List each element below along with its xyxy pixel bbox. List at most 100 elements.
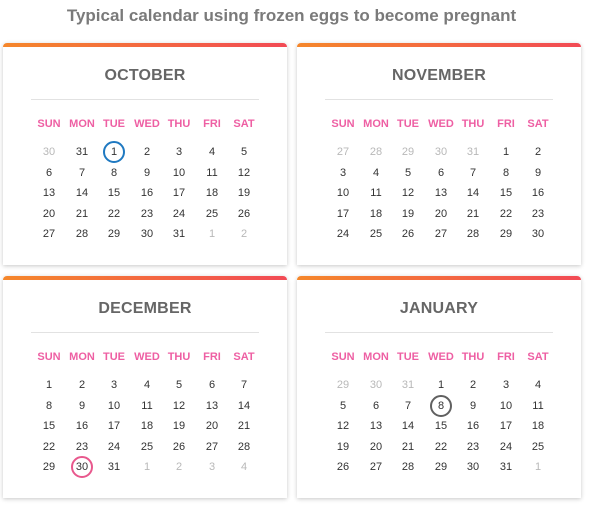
day-cell: 11 [141, 399, 153, 412]
card-accent-bar [3, 43, 287, 47]
day-cell: 23 [75, 440, 89, 453]
marked-day-cell: 8 [423, 394, 459, 417]
day-cell: 2 [469, 379, 477, 391]
card-accent-bar [297, 276, 581, 280]
day-cell: 17 [336, 207, 350, 220]
weekday-header: SUN MON TUE WED THU FRI SAT [31, 116, 257, 132]
day-cell: 7 [404, 399, 412, 412]
day-cell: 13 [205, 399, 219, 412]
day-cell: 17 [107, 420, 121, 432]
day-cell: 15 [499, 187, 513, 199]
day-cell: 28 [369, 146, 383, 158]
weekday-label: THU [167, 351, 191, 363]
day-cell: 16 [531, 187, 545, 199]
day-cell: 31 [75, 146, 89, 158]
day-cell: 15 [434, 420, 448, 432]
day-cell: 18 [140, 420, 154, 432]
day-cell: 4 [208, 146, 216, 158]
week-row: 20 21 22 23 24 25 26 [31, 206, 257, 222]
marked-day-cell: 30 [64, 456, 100, 478]
day-cell: 5 [240, 146, 248, 158]
week-row: 3 4 5 6 7 8 9 [325, 165, 551, 181]
day-cell: 29 [434, 461, 448, 473]
day-cell: 30 [140, 228, 154, 240]
weekday-label: THU [167, 118, 191, 130]
day-cell: 16 [466, 420, 480, 432]
week-row: 24 25 26 27 28 29 30 [325, 226, 551, 242]
page-title: Typical calendar using frozen eggs to be… [66, 6, 517, 25]
day-cell: 24 [172, 207, 186, 220]
day-cell: 8 [45, 399, 53, 412]
day-cell: 9 [143, 166, 151, 179]
day-cell: 9 [469, 399, 477, 412]
day-cell: 6 [45, 166, 53, 179]
day-cell: 9 [534, 166, 542, 179]
day-cell: 7 [240, 379, 248, 391]
weekday-label: MON [363, 118, 389, 130]
day-cell: 9 [78, 399, 86, 412]
day-cell: 23 [140, 207, 154, 220]
card-accent-bar [3, 276, 287, 280]
day-cell: 24 [107, 440, 121, 453]
weekday-label: SAT [233, 118, 255, 130]
day-cell: 19 [237, 187, 251, 199]
day-cell: 1 [534, 461, 542, 473]
day-cell: 31 [172, 228, 186, 240]
day-cell: 30 [531, 228, 545, 240]
weekday-label: WED [428, 351, 454, 363]
day-cell: 10 [499, 399, 513, 412]
weekday-label: FRI [203, 351, 221, 363]
weekday-label: WED [134, 118, 160, 130]
day-cell: 1 [208, 228, 216, 240]
weekday-header: SUN MON TUE WED THU FRI SAT [31, 349, 257, 365]
day-cell: 30 [434, 146, 448, 158]
day-cell: 19 [172, 420, 186, 432]
month-divider [325, 99, 553, 100]
day-cell: 21 [237, 420, 251, 432]
week-row: 27 28 29 30 31 1 2 [31, 226, 257, 242]
day-cell: 11 [532, 399, 544, 412]
week-row: 12 13 14 15 16 17 18 [325, 418, 551, 434]
day-cell: 29 [336, 379, 350, 391]
day-cell: 8 [502, 166, 510, 179]
day-cell: 19 [336, 440, 350, 453]
week-row: 6 7 8 9 10 11 12 [31, 165, 257, 181]
month-divider [31, 332, 259, 333]
week-row: 17 18 19 20 21 22 23 [325, 206, 551, 222]
day-cell: 22 [434, 440, 448, 453]
day-cell: 26 [172, 440, 186, 453]
day-cell: 3 [502, 379, 510, 391]
month-divider [31, 99, 259, 100]
day-cell: 6 [437, 166, 445, 179]
month-title: OCTOBER [104, 67, 186, 84]
day-cell: 12 [336, 420, 350, 432]
weekday-label: FRI [203, 118, 221, 130]
day-cell: 23 [466, 440, 480, 453]
day-cell: 4 [372, 166, 380, 179]
day-cell: 22 [499, 207, 513, 220]
day-cell: 22 [42, 440, 56, 453]
day-cell: 13 [434, 187, 448, 199]
day-cell: 5 [175, 379, 183, 391]
weekday-label: TUE [103, 118, 125, 130]
weekday-label: MON [69, 118, 95, 130]
day-cell: 6 [208, 379, 216, 391]
weekday-label: SUN [37, 118, 61, 130]
day-cell: 31 [401, 379, 415, 391]
week-row: 10 11 12 13 14 15 16 [325, 185, 551, 201]
day-cell: 1 [45, 379, 53, 391]
month-divider [325, 332, 553, 333]
day-cell: 15 [42, 420, 56, 432]
day-cell: 7 [469, 166, 477, 179]
month-card-october: OCTOBER SUN MON TUE WED THU FRI SAT 30 31 1 2 3 4 5 6 7 8… [3, 43, 287, 265]
month-title: JANUARY [399, 300, 479, 317]
weekday-label: TUE [397, 351, 419, 363]
week-row: 26 27 28 29 30 31 1 [325, 459, 551, 475]
day-cell: 31 [466, 146, 480, 158]
month-card-november: NOVEMBER SUN MON TUE WED THU FRI SAT 27 28 29 30 31 1… [297, 43, 581, 265]
week-row: 1 2 3 4 5 6 7 [31, 377, 257, 393]
weekday-label: SUN [331, 351, 355, 363]
day-cell: 18 [205, 187, 219, 199]
day-cell: 3 [339, 166, 347, 179]
day-cell: 30 [466, 461, 480, 473]
